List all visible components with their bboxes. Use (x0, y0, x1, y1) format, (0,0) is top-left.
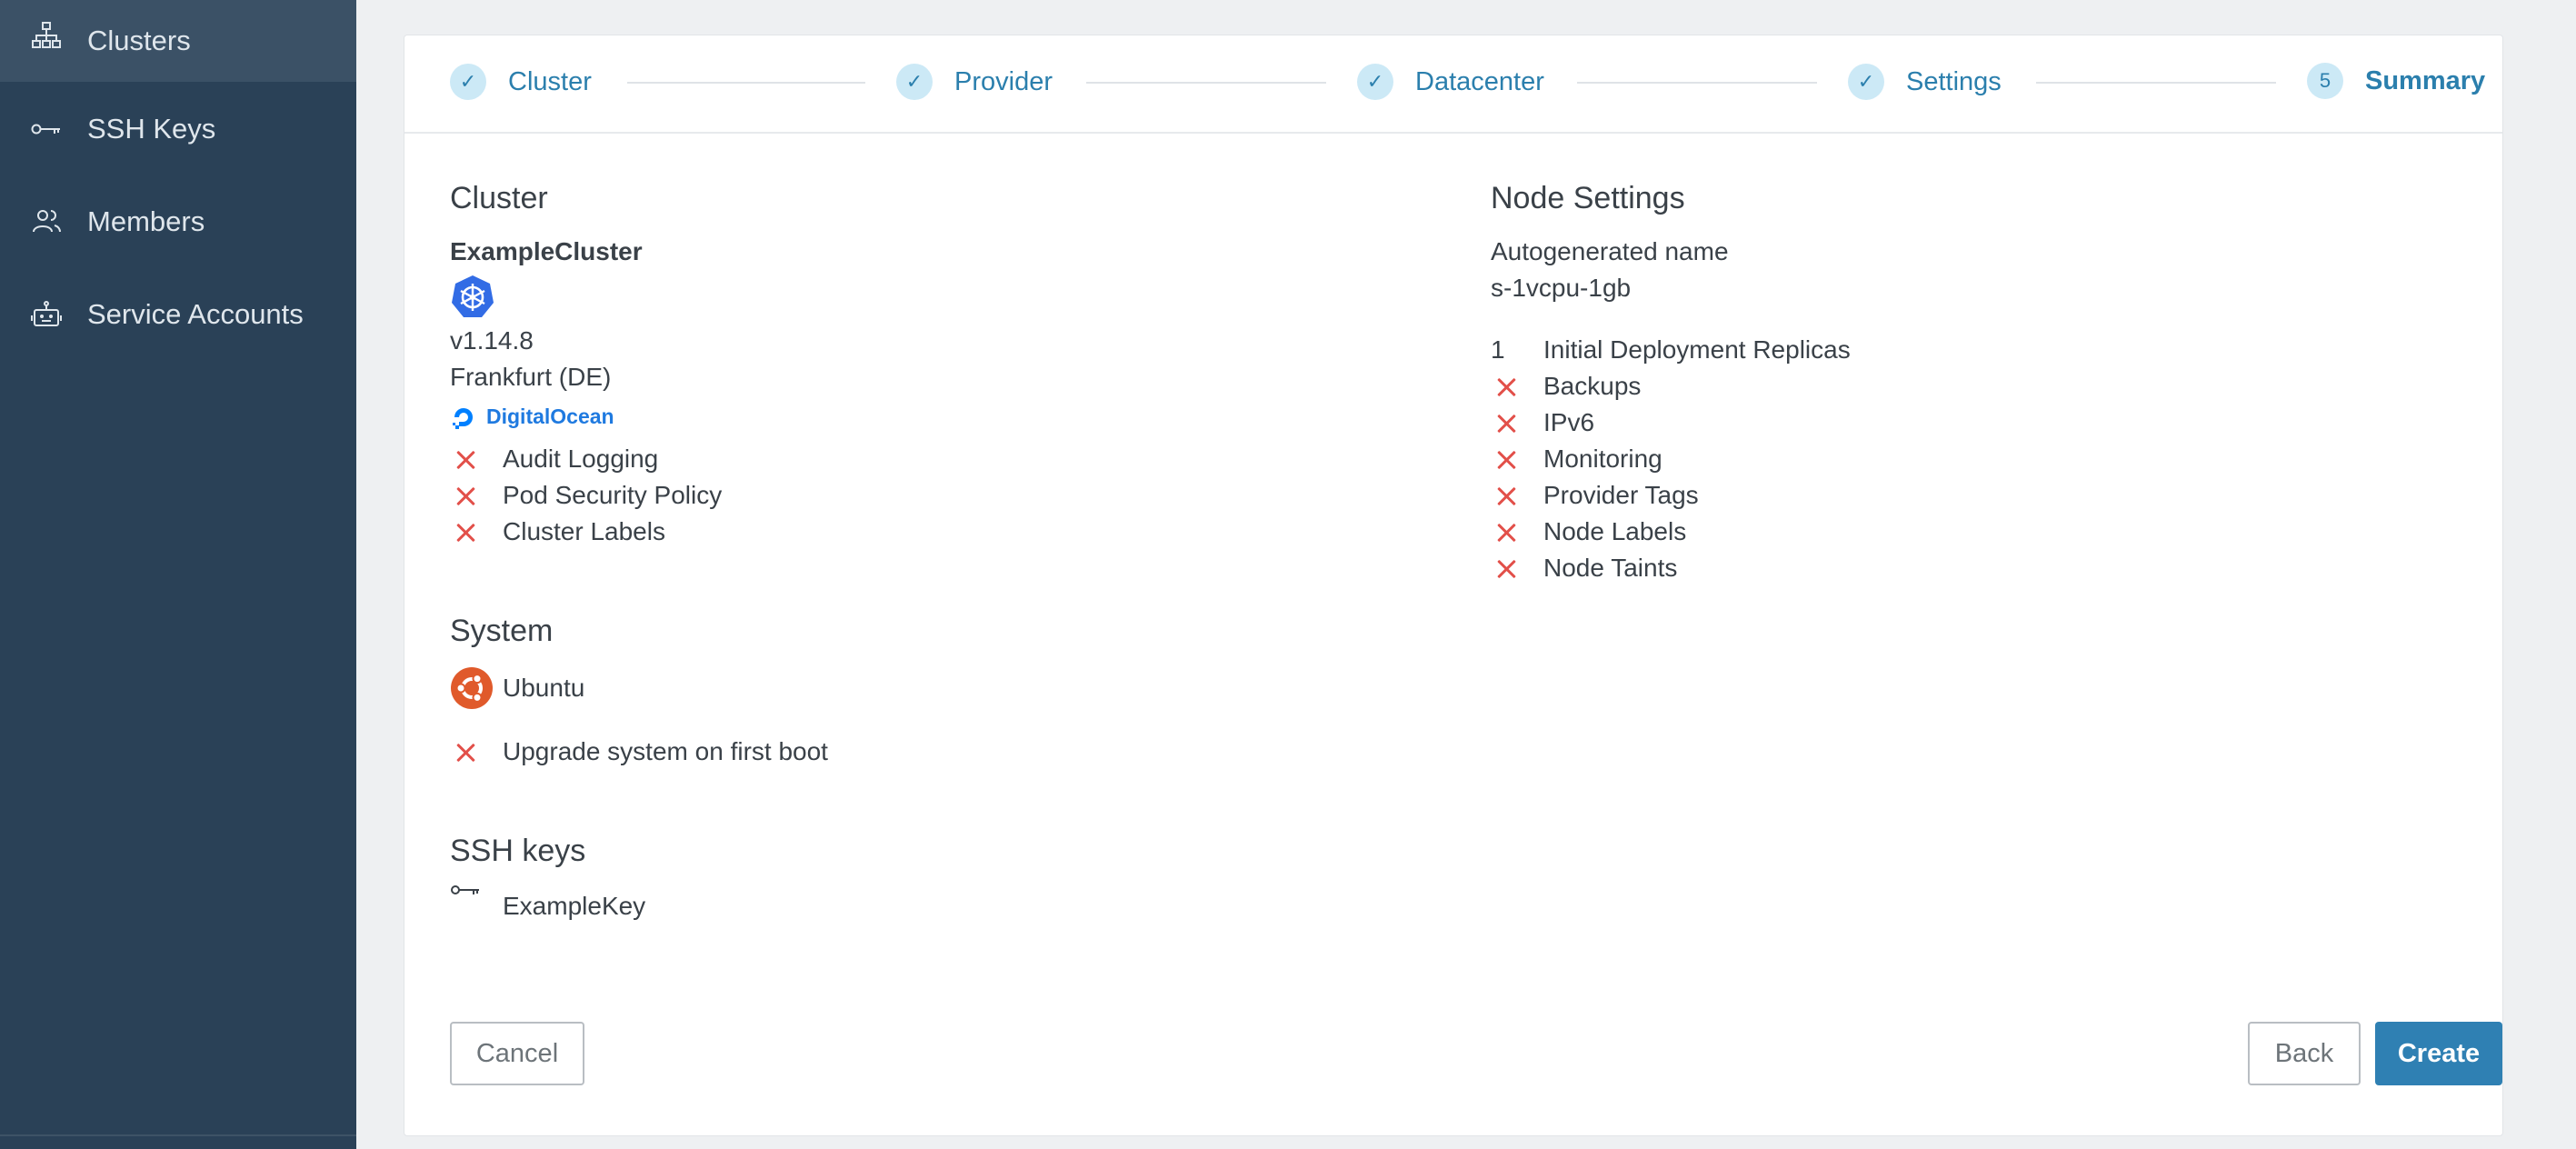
check-icon: ✓ (1357, 64, 1393, 100)
node-section-title: Node Settings (1491, 181, 1685, 215)
sidebar-item-label: Service Accounts (87, 298, 304, 330)
step-provider[interactable]: ✓ Provider (896, 63, 1053, 101)
disabled-x-icon (1496, 377, 1516, 397)
replicas-label: Initial Deployment Replicas (1543, 335, 1851, 364)
ssh-key-name: ExampleKey (503, 892, 646, 920)
sidebar-item-label: SSH Keys (87, 113, 216, 145)
step-cluster[interactable]: ✓ Cluster (450, 63, 592, 101)
disabled-x-icon (1496, 523, 1516, 543)
node-option-ipv6: IPv6 (1543, 408, 1595, 436)
os-name: Ubuntu (503, 674, 585, 702)
node-name-label: Autogenerated name (1491, 237, 1729, 265)
node-option-monitoring: Monitoring (1543, 445, 1662, 473)
check-icon: ✓ (896, 64, 933, 100)
step-connector (627, 82, 865, 84)
step-connector (1577, 82, 1817, 84)
digitalocean-logo-icon (453, 408, 473, 429)
check-icon: ✓ (1848, 64, 1884, 100)
system-section-title: System (450, 614, 554, 648)
node-option-provider-tags: Provider Tags (1543, 481, 1699, 509)
wizard-card: ✓ Cluster ✓ Provider ✓ Datacenter ✓ Sett… (404, 35, 2503, 1136)
cluster-name: ExampleCluster (450, 237, 643, 265)
upgrade-on-boot: Upgrade system on first boot (503, 737, 828, 765)
node-size: s-1vcpu-1gb (1491, 274, 1632, 302)
key-icon (451, 885, 479, 894)
create-button[interactable]: Create (2375, 1022, 2502, 1085)
step-label: Provider (954, 66, 1053, 96)
sidebar-item-label: Members (87, 205, 205, 237)
cluster-option-pod-security-policy: Pod Security Policy (503, 481, 723, 509)
sidebar-item-label: Clusters (87, 25, 191, 56)
cluster-option-cluster-labels: Cluster Labels (503, 517, 665, 545)
step-label: Datacenter (1415, 66, 1544, 96)
key-icon (31, 124, 60, 135)
check-icon: ✓ (450, 64, 486, 100)
users-icon (33, 210, 61, 233)
sidebar-item-members[interactable]: Members (0, 181, 356, 263)
ssh-section-title: SSH keys (450, 834, 586, 868)
cluster-version: v1.14.8 (450, 326, 534, 355)
step-number: 5 (2307, 63, 2343, 99)
disabled-x-icon (455, 486, 475, 506)
cluster-location: Frankfurt (DE) (450, 363, 612, 391)
disabled-x-icon (455, 743, 475, 763)
sidebar-item-ssh-keys[interactable]: SSH Keys (0, 88, 356, 170)
cancel-button[interactable]: Cancel (450, 1022, 584, 1085)
step-summary[interactable]: 5 Summary (2307, 62, 2485, 100)
step-settings[interactable]: ✓ Settings (1848, 63, 2002, 101)
sidebar-divider (0, 1134, 356, 1136)
disabled-x-icon (1496, 450, 1516, 470)
sidebar-item-clusters[interactable]: Clusters (0, 0, 356, 82)
disabled-x-icon (1496, 414, 1516, 434)
robot-icon (31, 301, 62, 326)
back-button[interactable]: Back (2248, 1022, 2361, 1085)
step-label: Cluster (508, 66, 592, 96)
wizard-stepper: ✓ Cluster ✓ Provider ✓ Datacenter ✓ Sett… (404, 35, 2502, 134)
node-option-node-taints: Node Taints (1543, 554, 1678, 582)
ubuntu-icon (451, 667, 493, 709)
cluster-option-audit-logging: Audit Logging (503, 445, 659, 473)
node-option-backups: Backups (1543, 372, 1642, 400)
sitemap-icon (32, 22, 61, 48)
disabled-x-icon (455, 450, 475, 470)
sidebar-item-service-accounts[interactable]: Service Accounts (0, 274, 356, 355)
step-connector (2036, 82, 2276, 84)
kubernetes-icon (452, 275, 494, 317)
step-label: Summary (2365, 65, 2486, 95)
step-connector (1086, 82, 1326, 84)
sidebar: Clusters SSH Keys Members Service Accoun… (0, 0, 356, 1149)
disabled-x-icon (1496, 486, 1516, 506)
step-label: Settings (1906, 66, 2002, 96)
disabled-x-icon (1496, 559, 1516, 579)
disabled-x-icon (455, 523, 475, 543)
provider-name: DigitalOcean (486, 405, 614, 428)
node-option-node-labels: Node Labels (1543, 517, 1687, 545)
cluster-section-title: Cluster (450, 181, 548, 215)
replicas-count: 1 (1491, 335, 1505, 364)
step-datacenter[interactable]: ✓ Datacenter (1357, 63, 1544, 101)
